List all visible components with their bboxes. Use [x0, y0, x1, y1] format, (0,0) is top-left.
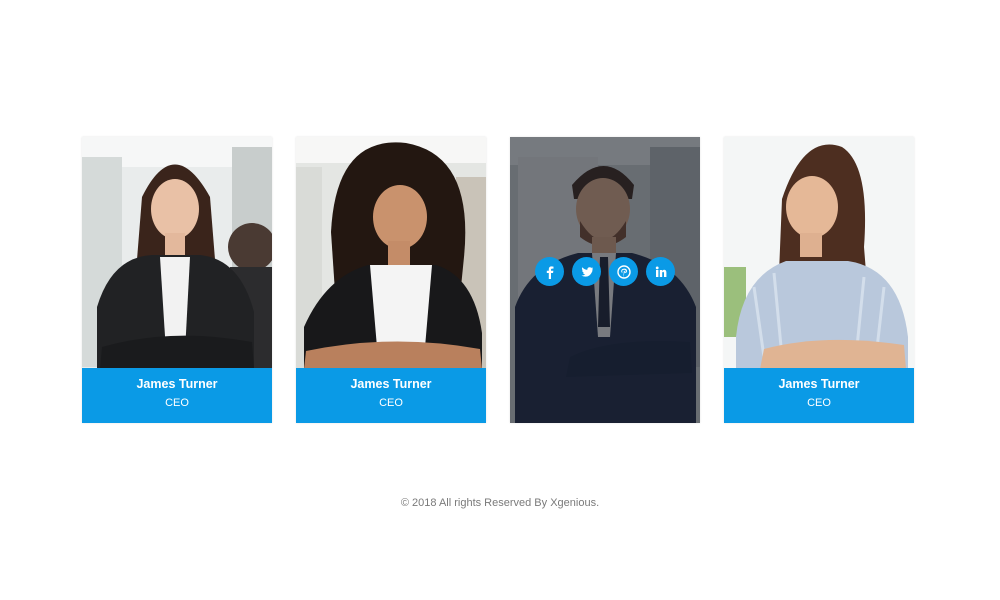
linkedin-icon[interactable] [646, 257, 675, 286]
team-member-card[interactable]: James Turner CEO [82, 137, 272, 423]
team-member-caption: James Turner CEO [82, 368, 272, 423]
team-page: James Turner CEO James Turner CEO James … [0, 0, 1000, 600]
team-members-row: James Turner CEO James Turner CEO James … [82, 137, 915, 423]
team-member-caption: James Turner CEO [724, 368, 914, 423]
team-member-role: CEO [165, 397, 189, 409]
facebook-icon[interactable] [535, 257, 564, 286]
footer-copyright: © 2018 All rights Reserved By Xgenious. [400, 497, 600, 509]
team-member-name: James Turner [778, 377, 860, 391]
pinterest-icon[interactable] [609, 257, 638, 286]
team-member-role: CEO [807, 397, 831, 409]
team-member-card[interactable]: James Turner CEO [724, 137, 914, 423]
team-member-caption: James Turner CEO [296, 368, 486, 423]
social-links [510, 257, 700, 287]
team-member-name: James Turner [136, 377, 218, 391]
twitter-icon[interactable] [572, 257, 601, 286]
team-member-card[interactable]: James Turner CEO [296, 137, 486, 423]
team-member-card-hovered[interactable] [510, 137, 700, 423]
team-member-name: James Turner [350, 377, 432, 391]
team-member-role: CEO [379, 397, 403, 409]
